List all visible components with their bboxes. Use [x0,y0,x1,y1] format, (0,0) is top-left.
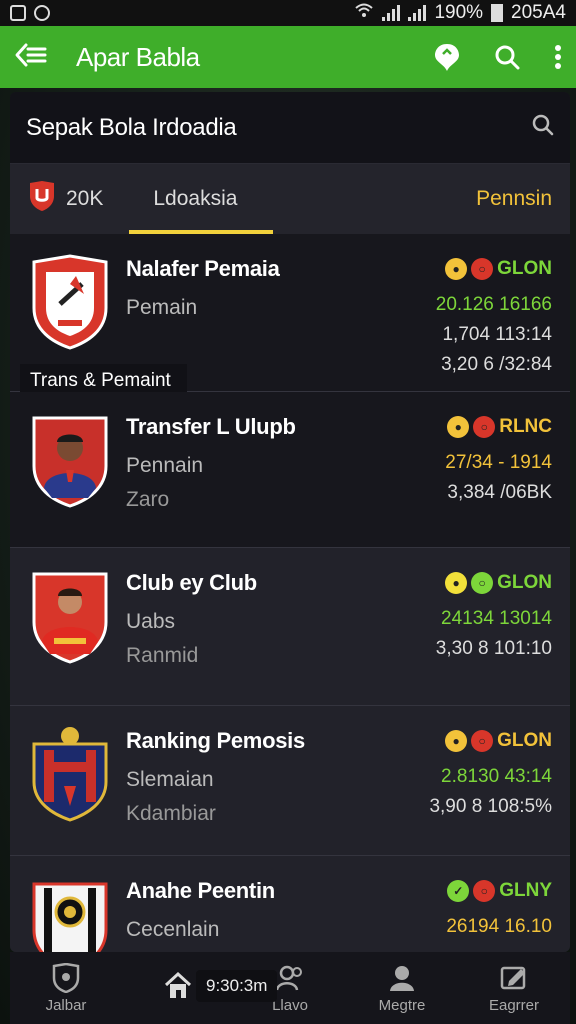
item-badge: RLNC [499,416,552,437]
player-avatar-icon [32,416,108,508]
item-badge: GLON [497,572,552,593]
target-icon: ○ [473,416,496,438]
item-subtitle-2: Zaro [126,488,170,511]
nav-label: Megtre [378,996,426,1014]
list-item[interactable]: Nalafer Pemaia Pemain ● ○ GLON 20.126 16… [10,234,570,398]
clock: 205A4 [511,2,566,23]
nav-item-megtre[interactable]: Megtre [357,963,447,1014]
target-icon: ○ [471,730,494,752]
profile-icon [390,965,414,991]
item-title: Club ey Club [126,570,257,595]
tab-bar: 20K Ldoaksia Pennsin [10,164,570,234]
bottom-nav: Jalbar Llavo Megtre Eagrrer 9:30:3m [10,952,570,1024]
tab-count[interactable]: 20K [28,180,103,218]
sync-icon [34,5,50,21]
club-crest-icon [32,254,108,350]
signal-icon [382,5,401,21]
check-icon: ✓ [447,880,470,902]
item-title: Anahe Peentin [126,878,275,903]
item-stat-primary: 27/34 - 1914 [445,452,552,473]
player-avatar-icon [32,572,108,664]
nav-label: Llavo [272,996,308,1014]
app-bar: Apar Babla [0,26,576,88]
app-title: Apar Babla [76,41,200,72]
more-menu-button[interactable] [554,44,562,70]
club-crest-icon [32,727,108,822]
content-panel: Sepak Bola Irdoadia 20K Ldoaksia Pennsin [10,92,570,952]
list-item[interactable]: Anahe Peentin Cecenlain ✓ ○ GLNY 26194 1… [10,856,570,952]
battery-percent: 190% [434,2,484,23]
list: Nalafer Pemaia Pemain ● ○ GLON 20.126 16… [10,234,570,952]
item-stat-primary: 26194 16.10 [446,916,552,937]
item-subtitle: Uabs [126,610,176,633]
tab-middle[interactable]: Ldoaksia [129,164,274,234]
shield-badge-icon [28,180,56,218]
item-stat-primary: 2.8130 43:14 [441,766,552,787]
item-subtitle: Pennain [126,454,204,477]
trophy-icon: ● [445,730,468,752]
search-button[interactable] [494,44,520,70]
search-icon[interactable] [532,114,554,141]
target-icon: ○ [471,572,494,594]
item-stat-secondary: 3,384 /06BK [447,482,552,503]
item-title: Ranking Pemosis [126,728,305,753]
nav-label: Eagrrer [488,996,540,1014]
item-stat-secondary: 3,90 8 108:5% [429,796,552,817]
search-bar[interactable]: Sepak Bola Irdoadia [10,92,570,164]
item-subtitle: Cecenlain [126,918,220,941]
item-subtitle-2: Ranmid [126,644,199,667]
target-icon: ○ [471,258,494,280]
back-button[interactable] [14,42,48,73]
list-item[interactable]: Transfer L Ulupb Pennain Zaro ● ○ RLNC 2… [10,392,570,548]
status-bar: 190% 205A4 [0,0,576,26]
item-title: Transfer L Ulupb [126,414,296,439]
trophy-icon: ● [445,572,468,594]
trophy-icon: ● [445,258,468,280]
item-title: Nalafer Pemaia [126,256,280,281]
tab-middle-label: Ldoaksia [153,187,238,210]
notification-button[interactable] [434,42,460,72]
edit-icon [500,966,526,989]
item-subtitle-2: Kdambiar [126,802,216,825]
item-stat-primary: 20.126 16166 [435,294,552,315]
item-subtitle: Pemain [126,296,198,319]
list-item[interactable]: Club ey Club Uabs Ranmid ● ○ GLON 24134 … [10,548,570,706]
item-stat-tertiary: 3,20 6 /32:84 [441,354,552,375]
item-badge: GLON [497,258,552,279]
club-crest-icon [32,882,108,952]
users-icon [275,965,302,990]
list-item[interactable]: Ranking Pemosis Slemaian Kdambiar ● ○ GL… [10,706,570,856]
search-title: Sepak Bola Irdoadia [26,113,237,141]
item-badge: GLON [497,730,552,751]
time-tooltip: 9:30:3m [196,970,278,1002]
battery-icon [491,4,504,22]
home-icon [164,971,192,998]
item-badge: GLNY [499,880,552,901]
target-icon: ○ [473,880,496,902]
tab-count-label: 20K [66,187,104,210]
nav-item-eagrrer[interactable]: Eagrrer [469,963,559,1014]
item-stat-secondary: 3,30 8 101:10 [435,638,552,659]
item-subtitle: Slemaian [126,768,214,791]
item-stat-primary: 24134 13014 [441,608,552,629]
shield-icon [52,962,80,993]
trophy-icon: ● [447,416,470,438]
wifi-icon [354,2,374,24]
tab-right[interactable]: Pennsin [476,187,552,211]
item-stat-secondary: 1,704 113:14 [442,324,552,345]
nav-item-jalbar[interactable]: Jalbar [21,962,111,1014]
gallery-icon [10,5,26,21]
nav-label: Jalbar [45,996,87,1014]
signal-icon-2 [408,5,427,21]
